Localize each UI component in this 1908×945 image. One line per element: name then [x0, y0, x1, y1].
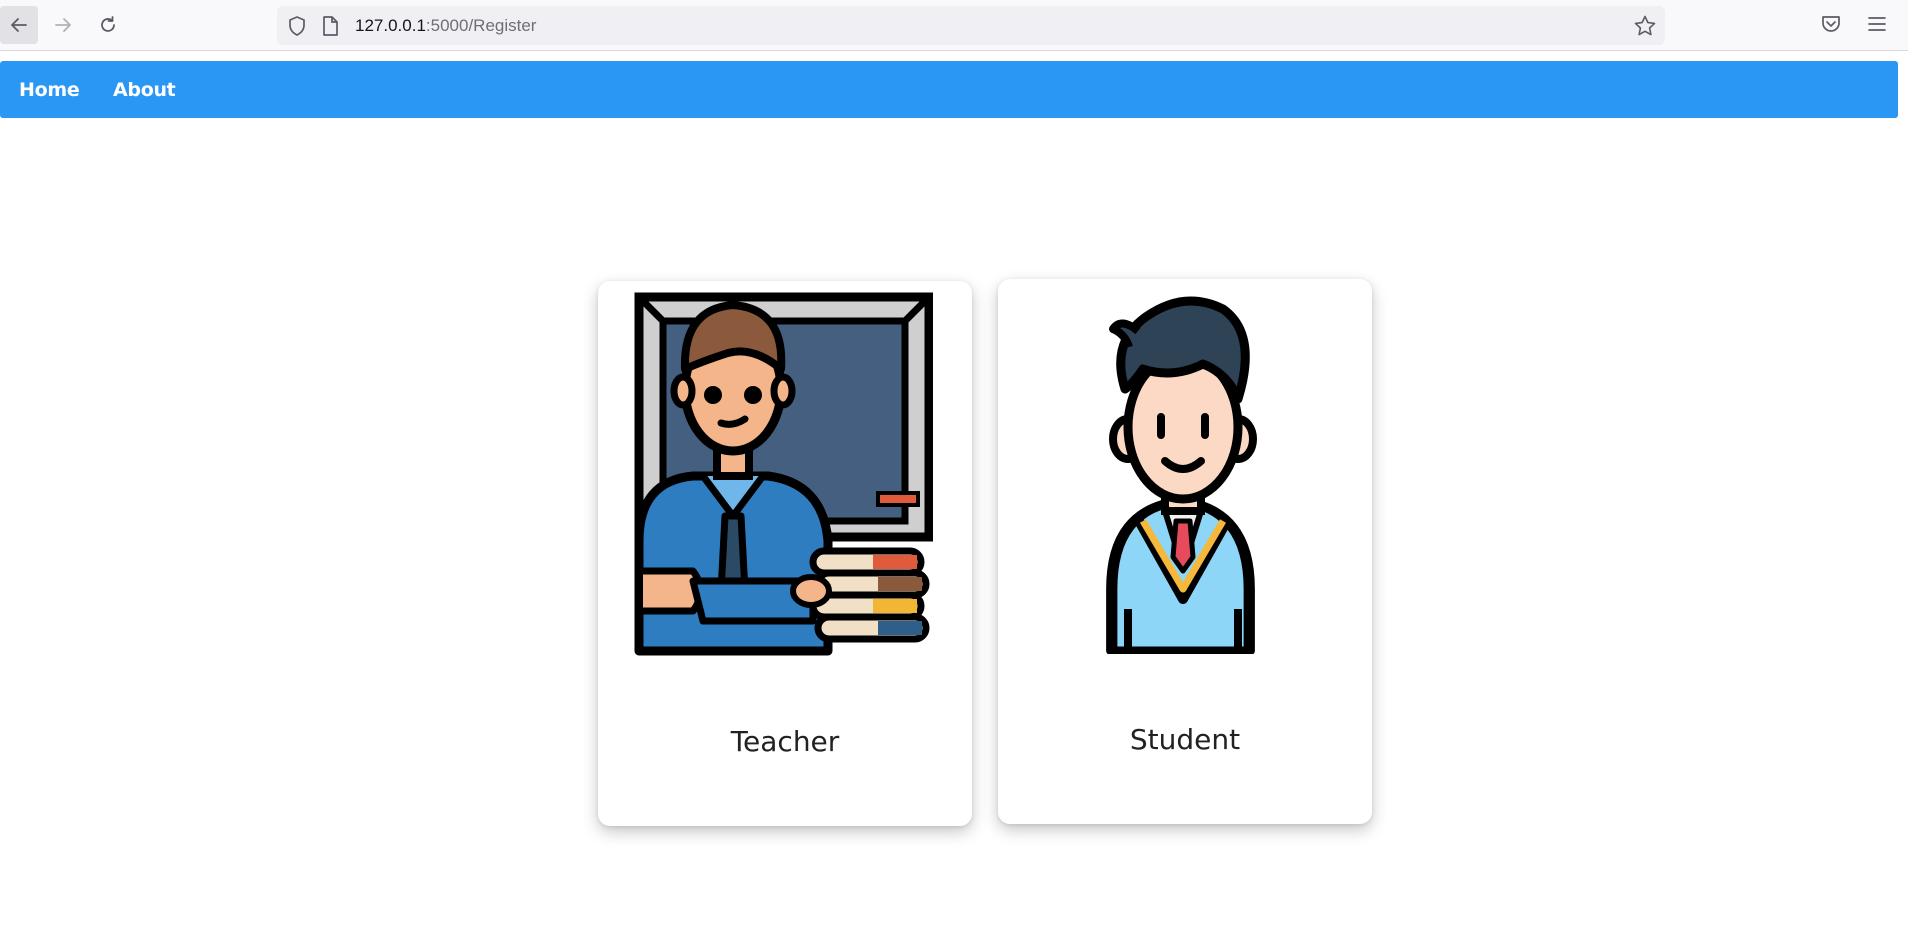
reload-button[interactable]	[89, 6, 127, 44]
address-bar[interactable]: 127.0.0.1:5000/Register	[277, 6, 1665, 45]
back-button[interactable]	[0, 6, 38, 44]
url-host: 127.0.0.1	[355, 16, 426, 35]
nav-home-link[interactable]: Home	[19, 79, 80, 101]
teacher-icon	[634, 292, 933, 656]
teacher-label: Teacher	[730, 725, 840, 758]
bookmark-star-icon[interactable]	[1633, 14, 1657, 38]
hamburger-menu-icon[interactable]	[1866, 13, 1888, 35]
reload-icon	[101, 16, 115, 32]
student-icon	[1106, 296, 1257, 654]
student-label: Student	[1129, 723, 1241, 756]
forward-arrow-icon	[55, 18, 71, 32]
shield-icon[interactable]	[287, 15, 307, 37]
site-navbar: Home About	[0, 61, 1898, 118]
back-arrow-icon	[11, 18, 27, 32]
nav-about-link[interactable]: About	[113, 79, 176, 101]
student-card[interactable]: Student	[998, 279, 1372, 824]
teacher-card[interactable]: Teacher	[598, 281, 972, 826]
url-text: 127.0.0.1:5000/Register	[355, 16, 536, 36]
forward-button[interactable]	[44, 6, 82, 44]
page-icon	[323, 16, 338, 36]
pocket-icon[interactable]	[1820, 13, 1842, 35]
url-path: :5000/Register	[425, 16, 537, 35]
browser-toolbar: 127.0.0.1:5000/Register	[0, 0, 1908, 51]
